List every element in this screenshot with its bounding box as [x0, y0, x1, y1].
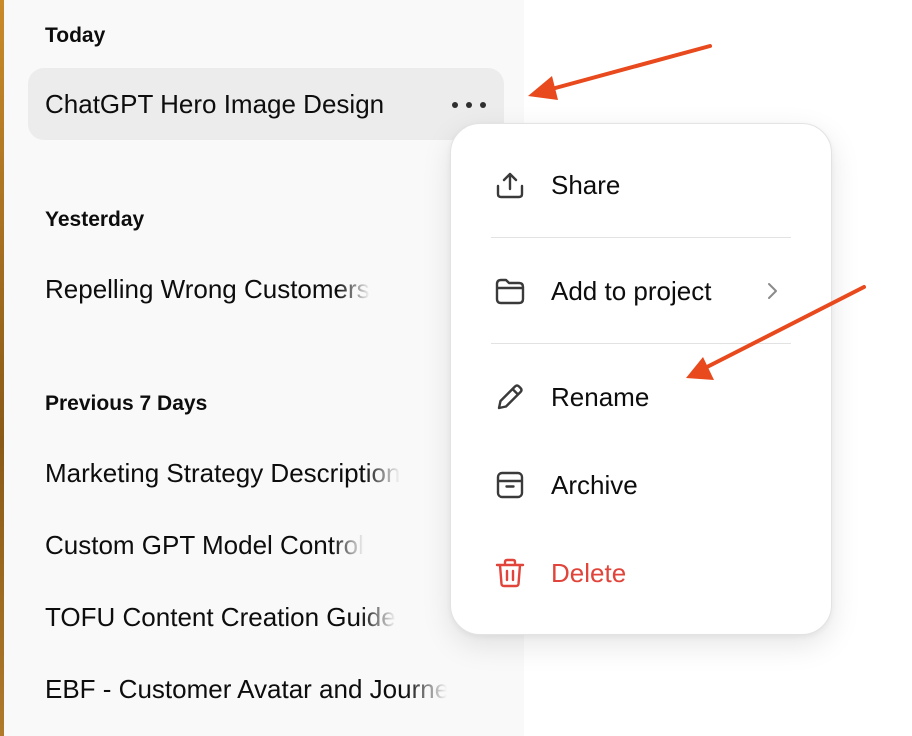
menu-item-label: Add to project: [551, 276, 712, 306]
section-heading-previous-7-days: Previous 7 Days: [45, 392, 208, 415]
menu-item-add-to-project[interactable]: Add to project: [451, 261, 831, 321]
pencil-icon: [497, 384, 523, 410]
menu-item-label: Delete: [551, 558, 627, 588]
sidebar: Today ChatGPT Hero Image Design Yesterda…: [4, 0, 524, 736]
annotation-arrow-icon: [528, 44, 712, 100]
chevron-right-icon: [768, 283, 777, 299]
folder-icon: [495, 278, 525, 305]
chat-item-active[interactable]: ChatGPT Hero Image Design: [28, 68, 504, 140]
menu-item-label: Share: [551, 170, 621, 200]
share-icon: [496, 172, 524, 199]
trash-icon: [495, 558, 525, 588]
menu-item-share[interactable]: Share: [451, 155, 831, 215]
menu-divider: [491, 237, 791, 238]
menu-item-archive[interactable]: Archive: [451, 455, 831, 515]
menu-item-label: Archive: [551, 470, 638, 500]
chat-item-title: ChatGPT Hero Image Design: [45, 89, 385, 119]
menu-item-label: Rename: [551, 382, 650, 412]
menu-item-delete[interactable]: Delete: [451, 543, 831, 603]
menu-divider: [491, 343, 791, 344]
menu-item-rename[interactable]: Rename: [451, 367, 831, 427]
section-heading-today: Today: [45, 24, 106, 47]
more-options-icon[interactable]: [452, 90, 486, 120]
chat-item[interactable]: EBF - Customer Avatar and Journey: [45, 674, 447, 705]
section-heading-yesterday: Yesterday: [45, 208, 145, 231]
chat-item[interactable]: Marketing Strategy Description: [45, 458, 400, 489]
chat-options-menu: Share Add to project Rename Archive Dele…: [450, 123, 832, 635]
archive-icon: [496, 471, 524, 499]
chat-item[interactable]: TOFU Content Creation Guide: [45, 602, 396, 633]
chat-item[interactable]: Custom GPT Model Control: [45, 530, 364, 561]
chat-item[interactable]: Repelling Wrong Customers: [45, 274, 370, 305]
